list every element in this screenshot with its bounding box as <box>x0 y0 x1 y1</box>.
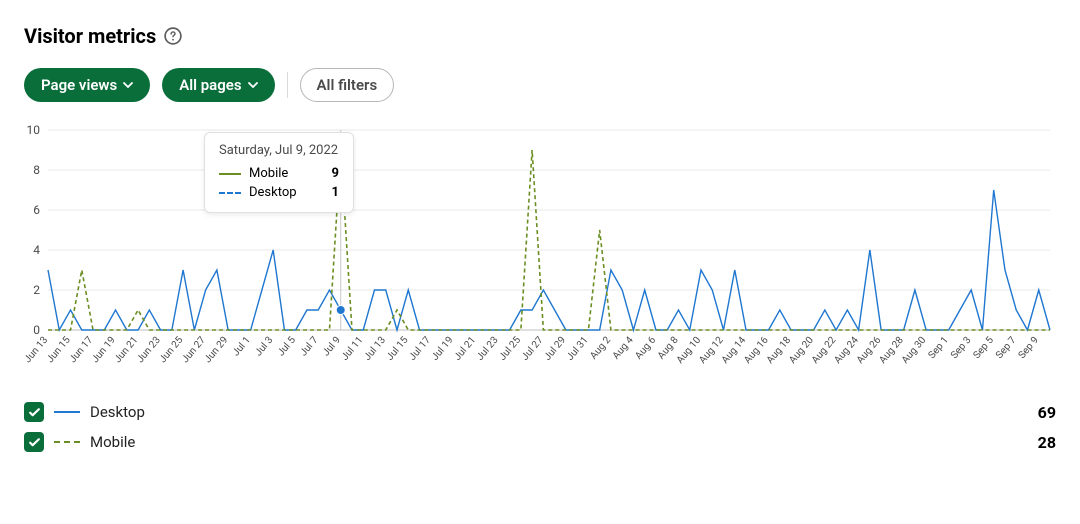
chevron-down-icon <box>248 82 258 88</box>
svg-text:Jun 27: Jun 27 <box>180 335 208 366</box>
svg-text:Jul 7: Jul 7 <box>298 335 321 359</box>
svg-text:Sep 9: Sep 9 <box>1017 335 1041 361</box>
pages-dropdown[interactable]: All pages <box>162 68 274 102</box>
svg-text:Jul 29: Jul 29 <box>542 335 568 363</box>
all-filters-button[interactable]: All filters <box>300 68 395 102</box>
svg-text:Jun 19: Jun 19 <box>90 335 118 365</box>
svg-text:Aug 2: Aug 2 <box>588 335 613 362</box>
metric-label: Page views <box>41 76 117 94</box>
legend-label-mobile: Mobile <box>90 433 135 451</box>
svg-text:10: 10 <box>27 124 41 137</box>
svg-text:Jul 23: Jul 23 <box>475 335 501 363</box>
svg-text:Jun 21: Jun 21 <box>112 335 140 365</box>
svg-text:Jul 17: Jul 17 <box>407 335 433 363</box>
svg-text:Sep 5: Sep 5 <box>972 335 997 361</box>
svg-text:Jul 19: Jul 19 <box>430 335 456 363</box>
legend-total-mobile: 28 <box>1038 433 1056 452</box>
metric-dropdown[interactable]: Page views <box>24 68 150 102</box>
svg-text:8: 8 <box>33 163 40 177</box>
visitor-chart[interactable]: 0246810Jun 13Jun 15Jun 17Jun 19Jun 21Jun… <box>24 124 1056 384</box>
page-title: Visitor metrics <box>24 24 156 48</box>
svg-text:Jul 3: Jul 3 <box>253 335 275 359</box>
legend-total-desktop: 69 <box>1038 403 1056 422</box>
svg-text:Sep 3: Sep 3 <box>949 335 973 361</box>
legend-label-desktop: Desktop <box>90 403 145 421</box>
svg-text:Jul 15: Jul 15 <box>385 335 411 363</box>
svg-text:Jun 13: Jun 13 <box>24 335 50 365</box>
svg-text:Jul 1: Jul 1 <box>231 335 253 359</box>
svg-text:Jun 17: Jun 17 <box>67 335 95 366</box>
filter-bar: Page views All pages All filters <box>24 68 1056 102</box>
svg-text:2: 2 <box>33 283 40 297</box>
svg-text:Jul 5: Jul 5 <box>276 335 299 359</box>
all-filters-label: All filters <box>317 76 378 94</box>
legend-swatch-desktop <box>54 411 80 413</box>
svg-text:Jul 13: Jul 13 <box>362 335 388 363</box>
svg-text:Jun 29: Jun 29 <box>203 335 231 365</box>
svg-text:Aug 4: Aug 4 <box>611 335 636 362</box>
svg-text:Jul 31: Jul 31 <box>565 335 591 363</box>
svg-text:Aug 30: Aug 30 <box>900 335 929 366</box>
svg-text:Aug 6: Aug 6 <box>633 335 658 362</box>
legend-row-mobile: Mobile 28 <box>24 432 1056 452</box>
svg-text:6: 6 <box>33 203 40 217</box>
legend-checkbox-desktop[interactable] <box>24 402 44 422</box>
svg-text:Jun 15: Jun 15 <box>45 335 73 366</box>
legend-checkbox-mobile[interactable] <box>24 432 44 452</box>
svg-text:4: 4 <box>33 243 40 257</box>
help-icon[interactable] <box>164 27 182 45</box>
svg-text:Sep 7: Sep 7 <box>994 335 1019 361</box>
svg-text:Jul 27: Jul 27 <box>520 335 546 363</box>
svg-text:Sep 1: Sep 1 <box>926 335 950 361</box>
legend-swatch-mobile <box>54 441 80 443</box>
svg-text:0: 0 <box>33 323 40 337</box>
svg-text:Jul 25: Jul 25 <box>497 335 523 363</box>
svg-text:Jul 11: Jul 11 <box>340 335 366 363</box>
pages-label: All pages <box>179 76 241 94</box>
svg-text:Jun 23: Jun 23 <box>135 335 163 365</box>
legend: Desktop 69 Mobile 28 <box>24 402 1056 452</box>
legend-row-desktop: Desktop 69 <box>24 402 1056 422</box>
svg-text:Jul 21: Jul 21 <box>452 335 478 363</box>
divider <box>287 72 288 98</box>
svg-text:Jun 25: Jun 25 <box>158 335 186 366</box>
chevron-down-icon <box>123 82 133 88</box>
